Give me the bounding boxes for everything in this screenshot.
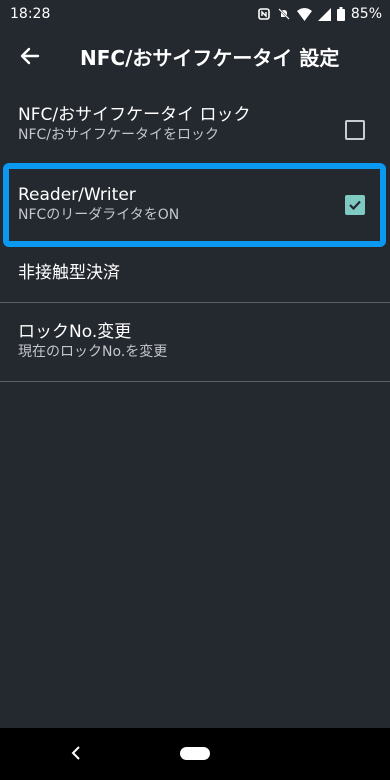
- chevron-left-icon: [71, 746, 80, 760]
- nfc-lock-checkbox[interactable]: [345, 120, 365, 140]
- back-button[interactable]: [2, 28, 58, 84]
- setting-nfc-lock[interactable]: NFC/おサイフケータイ ロック NFC/おサイフケータイをロック: [0, 94, 390, 166]
- check-icon: [349, 200, 361, 211]
- setting-summary: NFCのリーダライタをON: [18, 207, 180, 223]
- divider: [0, 381, 390, 382]
- wifi-icon: [296, 7, 312, 21]
- settings-list: NFC/おサイフケータイ ロック NFC/おサイフケータイをロック Reader…: [0, 94, 390, 382]
- battery-icon: [336, 7, 345, 21]
- arrow-left-icon: [20, 47, 40, 65]
- app-bar: NFC/おサイフケータイ 設定: [0, 28, 390, 84]
- battery-percent: 85%: [350, 6, 382, 22]
- reader-writer-checkbox[interactable]: [345, 195, 365, 215]
- setting-title: NFC/おサイフケータイ ロック: [18, 105, 251, 125]
- setting-title: 非接触型決済: [18, 263, 120, 283]
- setting-contactless-payment[interactable]: 非接触型決済: [0, 244, 390, 302]
- page-title: NFC/おサイフケータイ 設定: [80, 45, 340, 70]
- setting-summary: 現在のロックNo.を変更: [18, 344, 168, 360]
- setting-reader-writer[interactable]: Reader/Writer NFCのリーダライタをON: [0, 166, 390, 244]
- signal-icon: [317, 7, 331, 21]
- status-bar: 18:28 85%: [0, 0, 390, 28]
- setting-change-lock-no[interactable]: ロックNo.変更 現在のロックNo.を変更: [0, 303, 390, 381]
- setting-title: ロックNo.変更: [18, 322, 132, 342]
- setting-title: Reader/Writer: [18, 185, 136, 205]
- nav-back-button[interactable]: [66, 740, 86, 766]
- nav-home-pill[interactable]: [180, 747, 210, 760]
- status-icons: 85%: [257, 6, 382, 22]
- mute-icon: [278, 8, 290, 20]
- setting-summary: NFC/おサイフケータイをロック: [18, 127, 220, 143]
- status-time: 18:28: [10, 6, 51, 22]
- navigation-bar: [0, 728, 390, 780]
- nfc-icon: [258, 8, 270, 20]
